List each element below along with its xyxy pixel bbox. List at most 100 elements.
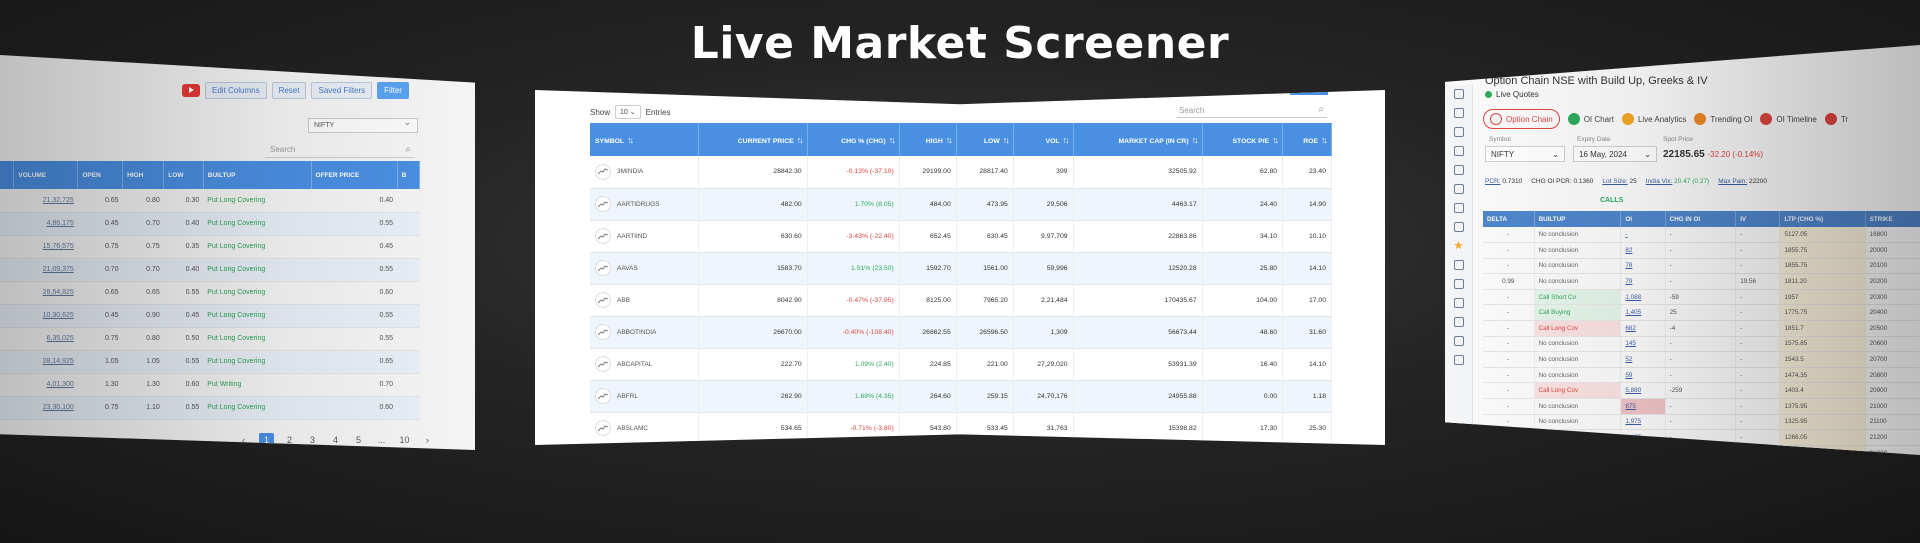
sort-icon[interactable]: ↑↓ — [1272, 135, 1279, 145]
table-row[interactable]: - No conclusion 6,425- -1266.05 21200 — [1483, 429, 1920, 446]
table-row[interactable]: - No conclusion 78- -1855.75 20100 — [1483, 258, 1920, 275]
table-row[interactable]: - Call Buying 1,405 25-1775.75 20400 — [1483, 304, 1920, 322]
column-header[interactable]: LTP (CHG %) — [1779, 211, 1866, 227]
top-action-button[interactable] — [1290, 90, 1328, 95]
star-icon[interactable]: ★ — [1454, 241, 1464, 252]
table-row[interactable]: ABCAPITAL 222.70 1.09% (2.40) 224.85 221.00 2… — [590, 348, 1332, 381]
symbol-name[interactable]: AARTIDRUGS — [617, 201, 660, 208]
prev-page-icon[interactable]: ‹ — [236, 433, 251, 448]
bar-chart-icon[interactable] — [1453, 146, 1464, 156]
edit-columns-button[interactable]: Edit Columns — [205, 82, 267, 99]
symbol-name[interactable]: ABSLAMC — [617, 425, 648, 432]
page-item[interactable]: 2 — [282, 433, 297, 448]
saved-filters-button[interactable]: Saved Filters — [311, 82, 373, 99]
sort-icon[interactable]: ↑↓ — [889, 135, 896, 145]
column-header[interactable]: IV — [1735, 211, 1781, 227]
column-header[interactable]: LOW ↑↓ — [956, 123, 1014, 156]
column-header[interactable]: OFFER PRICE — [311, 161, 398, 189]
table-row[interactable]: 4,01,300 1.30 1.30 0.60 Put Writing 0.70 — [0, 373, 420, 397]
table-row[interactable]: - Call Short Co 1,088 -59-1957 20300 — [1483, 289, 1920, 306]
column-header[interactable]: ROE ↑↓ — [1282, 123, 1332, 156]
reset-button[interactable]: Reset — [271, 82, 307, 99]
column-header[interactable]: BUILTUP — [203, 161, 312, 189]
analytics-icon[interactable] — [1453, 203, 1464, 213]
table-row[interactable]: - No conclusion 145- -1575.85 20600 — [1483, 336, 1920, 353]
table-row[interactable]: AARTIIND 630.60 -3.43% (-22.40) 652.45 630.4… — [590, 220, 1332, 253]
page-item[interactable]: 10 — [397, 433, 412, 448]
symbol-cell[interactable]: ABFRL — [590, 380, 700, 413]
column-header[interactable]: SYMBOL ↑↓ — [590, 123, 700, 156]
table-row[interactable]: - No conclusion - - -5127.05 16800 — [1483, 227, 1920, 244]
sparkline-icon[interactable] — [595, 228, 611, 244]
edit-icon[interactable] — [1453, 89, 1464, 99]
expiry-select[interactable]: 16 May, 2024 ⌄ — [1573, 146, 1657, 162]
symbol-name[interactable]: ABB — [617, 297, 630, 304]
table-row[interactable]: - No conclusion 59- -1474.35 20800 — [1483, 367, 1920, 384]
symbol-select[interactable]: NIFTY — [308, 117, 418, 133]
youtube-icon[interactable] — [182, 84, 200, 97]
symbol-cell[interactable]: AARTIDRUGS — [590, 188, 700, 221]
table-row[interactable]: 0.99 No conclusion 79-19.56 1811.20 20200 — [1483, 273, 1920, 290]
column-header[interactable]: HIGH — [122, 161, 165, 189]
sort-icon[interactable]: ↑↓ — [797, 135, 804, 145]
symbol-name[interactable]: AARTIIND — [617, 233, 647, 240]
table-row[interactable]: 4,86,175 0.45 0.70 0.40 Put Long Covering 0.5… — [0, 212, 420, 236]
column-header[interactable] — [0, 161, 15, 189]
column-header[interactable]: CHG IN OI — [1665, 211, 1737, 227]
sort-icon[interactable]: ↑↓ — [1192, 135, 1199, 145]
next-page-icon[interactable]: › — [420, 433, 435, 448]
column-header[interactable]: HIGH ↑↓ — [899, 123, 957, 156]
table-row[interactable]: - No conclusion 52- -1543.5 20700 — [1483, 351, 1920, 368]
sparkline-icon[interactable] — [595, 292, 611, 308]
tab-live-analytics[interactable]: Live Analytics — [1621, 113, 1686, 125]
table-row[interactable]: 3MINDIA 28842.30 -0.13% (-37.10) 29199.00 28… — [590, 156, 1332, 189]
table-row[interactable]: 15,76,575 0.75 0.75 0.35 Put Long Covering 0.… — [0, 235, 420, 259]
page-item[interactable]: 3 — [305, 433, 320, 448]
symbol-name[interactable]: ABFRL — [617, 393, 638, 400]
column-header[interactable]: VOLUME — [13, 161, 79, 189]
symbol-name[interactable]: ABCAPITAL — [617, 361, 652, 368]
tab-tr[interactable]: Tr — [1824, 113, 1848, 125]
line-chart-icon[interactable] — [1453, 317, 1464, 327]
column-header[interactable]: OPEN — [77, 161, 124, 189]
column-header[interactable]: CHG % (CHG) ↑↓ — [807, 123, 900, 156]
clock-icon[interactable] — [1453, 279, 1464, 289]
table-row[interactable]: ABBOTINDIA 26670.00 -0.40% (-108.40) 26862.… — [590, 316, 1332, 349]
column-header[interactable]: BUILTUP — [1534, 211, 1622, 227]
tab-oi-timeline[interactable]: OI Timeline — [1760, 113, 1817, 125]
table-row[interactable]: - No conclusion 1,975- -1325.95 21100 — [1483, 414, 1920, 431]
page-item[interactable]: 4 — [328, 433, 343, 448]
column-header[interactable]: STOCK P/E ↑↓ — [1202, 123, 1284, 156]
sparkline-icon[interactable] — [595, 356, 611, 372]
table-row[interactable]: ABB 8042.90 -0.47% (-37.95) 8125.00 7965.20 2… — [590, 284, 1332, 317]
table-row[interactable]: ABSLAMC 534.65 -0.71% (-3.80) 543.80 533.45 3… — [590, 412, 1332, 445]
sort-icon[interactable]: ↑↓ — [1003, 135, 1010, 145]
sparkline-icon[interactable] — [595, 260, 611, 276]
page-item[interactable]: 1 — [259, 433, 274, 448]
column-header[interactable]: VOL ↑↓ — [1013, 123, 1074, 156]
center-search-input[interactable]: Search ⌕ — [1177, 103, 1327, 118]
table-row[interactable]: - Call Long Cov 682 -4-1851.7 20500 — [1483, 320, 1920, 337]
stats-icon[interactable] — [1453, 165, 1464, 175]
symbol-cell[interactable]: ABBOTINDIA — [590, 316, 700, 349]
table-row[interactable]: 21,32,725 0.65 0.80 0.30 Put Long Covering 0.… — [0, 189, 420, 213]
table-row[interactable]: 28,14,925 1.05 1.05 0.55 Put Long Covering 0.… — [0, 350, 420, 374]
tab-option-chain[interactable]: Option Chain — [1483, 109, 1560, 129]
symbol-cell[interactable]: 3MINDIA — [590, 156, 700, 189]
column-header[interactable]: OI — [1620, 211, 1666, 227]
column-header[interactable]: LOW — [163, 161, 204, 189]
column-header[interactable]: DELTA — [1483, 211, 1535, 227]
table-row[interactable]: 21,09,375 0.70 0.70 0.40 Put Long Covering 0.… — [0, 258, 420, 282]
scatter-icon[interactable] — [1453, 336, 1464, 346]
table-icon[interactable] — [1453, 127, 1464, 137]
table-row[interactable]: - No conclusion 875- -1375.95 21000 — [1483, 398, 1920, 415]
symbol-cell[interactable]: AAVAS — [590, 252, 700, 285]
table-row[interactable]: AAVAS 1583.70 1.51% (23.50) 1592.70 1561.00 5… — [590, 252, 1332, 285]
table-row[interactable]: 23,30,100 0.75 1.10 0.55 Put Long Covering 0.… — [0, 396, 420, 420]
left-search-input[interactable]: Search ⌕ — [265, 142, 415, 158]
chart-icon[interactable] — [1453, 108, 1464, 118]
report-icon[interactable] — [1453, 355, 1464, 365]
sparkline-icon[interactable] — [595, 324, 611, 340]
symbol-cell[interactable]: AARTIIND — [590, 220, 700, 253]
sparkline-icon[interactable] — [595, 420, 611, 436]
